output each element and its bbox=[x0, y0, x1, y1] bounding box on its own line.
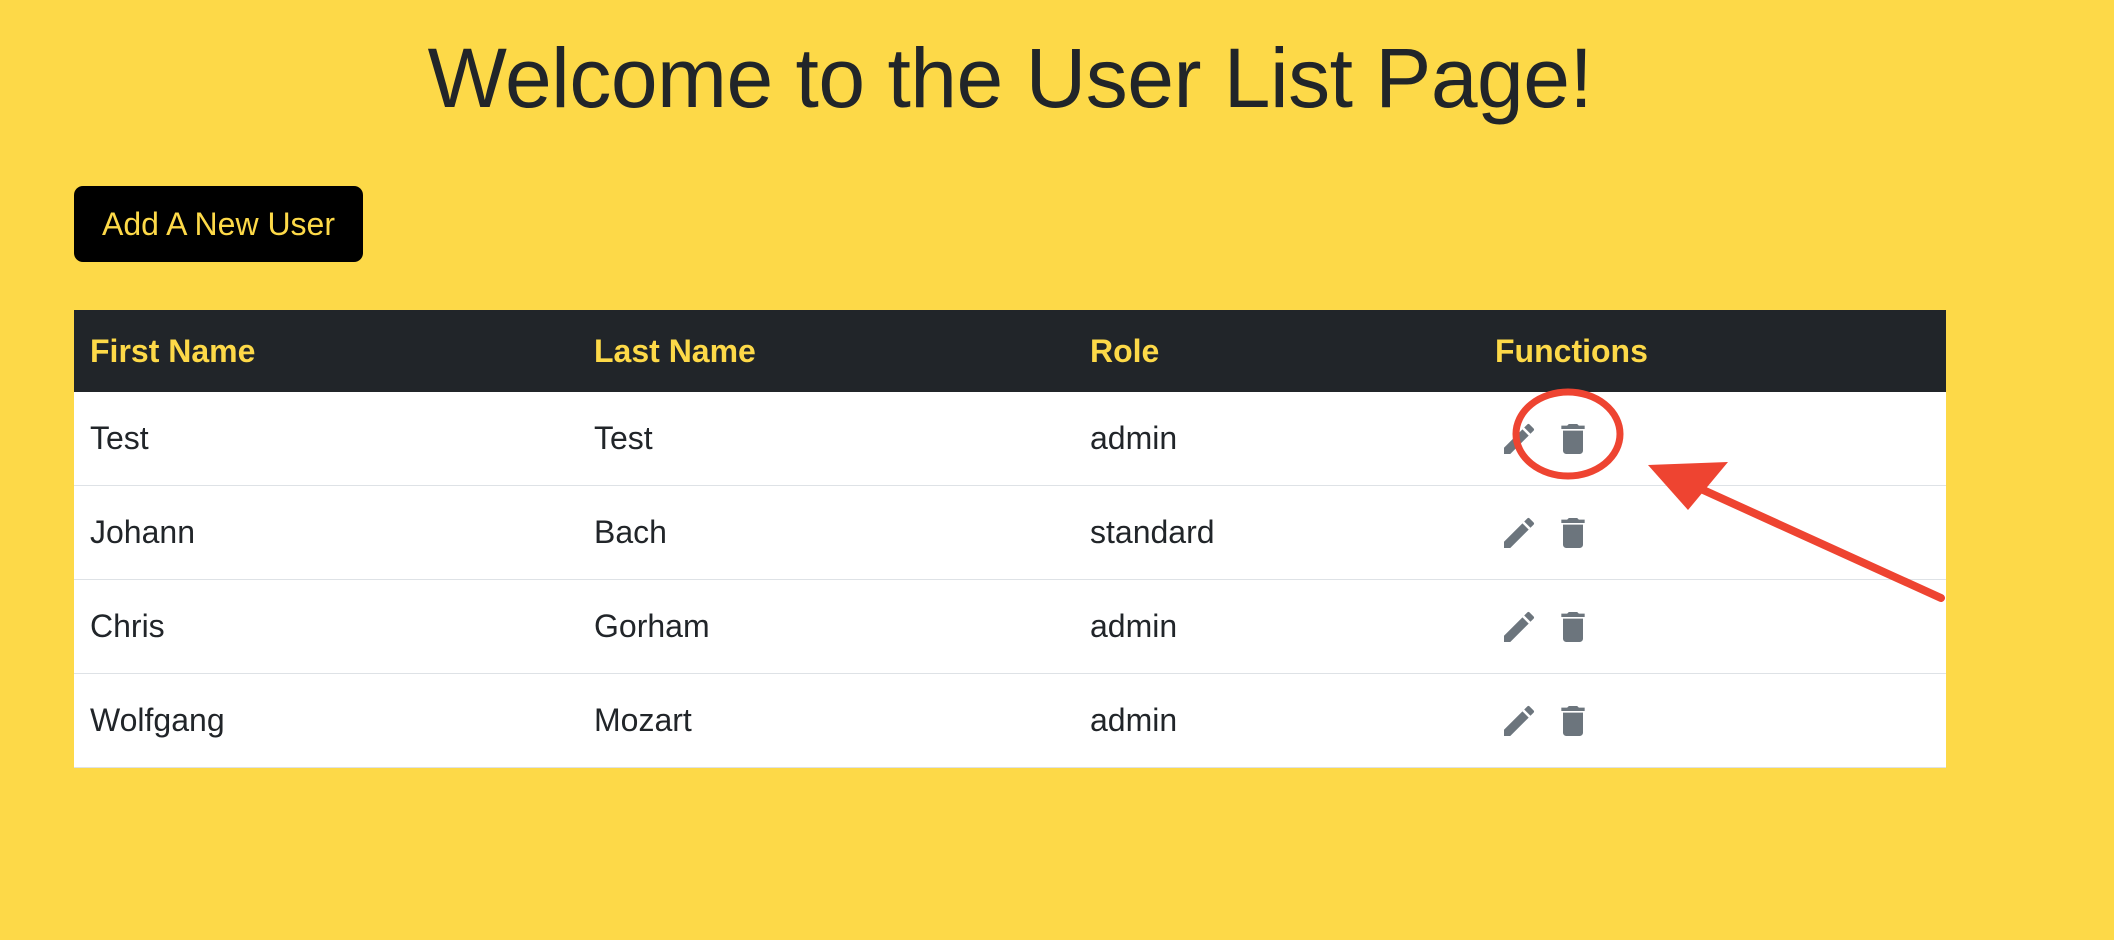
cell-last-name: Test bbox=[578, 392, 1074, 486]
trash-icon[interactable] bbox=[1553, 418, 1593, 460]
cell-role: admin bbox=[1074, 579, 1479, 674]
cell-role: standard bbox=[1074, 485, 1479, 580]
cell-role: admin bbox=[1074, 392, 1479, 486]
table-row: Johann Bach standard bbox=[74, 485, 1946, 580]
table-header-row: First Name Last Name Role Functions bbox=[74, 310, 1946, 392]
cell-first-name: Chris bbox=[74, 579, 578, 674]
pencil-icon[interactable] bbox=[1499, 418, 1539, 460]
cell-first-name: Test bbox=[74, 392, 578, 486]
pencil-icon[interactable] bbox=[1499, 700, 1539, 742]
column-header-last-name: Last Name bbox=[578, 310, 1074, 392]
cell-last-name: Mozart bbox=[578, 673, 1074, 768]
pencil-icon[interactable] bbox=[1499, 606, 1539, 648]
cell-functions bbox=[1479, 392, 1946, 486]
column-header-first-name: First Name bbox=[74, 310, 578, 392]
table-row: Chris Gorham admin bbox=[74, 579, 1946, 674]
column-header-functions: Functions bbox=[1479, 310, 1946, 392]
table-row: Wolfgang Mozart admin bbox=[74, 673, 1946, 768]
pencil-icon[interactable] bbox=[1499, 512, 1539, 554]
cell-last-name: Bach bbox=[578, 485, 1074, 580]
column-header-role: Role bbox=[1074, 310, 1479, 392]
cell-functions bbox=[1479, 485, 1946, 580]
add-new-user-button[interactable]: Add A New User bbox=[74, 186, 363, 262]
table-row: Test Test admin bbox=[74, 392, 1946, 486]
cell-role: admin bbox=[1074, 673, 1479, 768]
cell-first-name: Johann bbox=[74, 485, 578, 580]
page-title: Welcome to the User List Page! bbox=[427, 31, 1593, 125]
user-list-page: Welcome to the User List Page! Add A New… bbox=[0, 0, 2114, 940]
cell-functions bbox=[1479, 673, 1946, 768]
trash-icon[interactable] bbox=[1553, 700, 1593, 742]
cell-last-name: Gorham bbox=[578, 579, 1074, 674]
users-table: First Name Last Name Role Functions Test… bbox=[74, 310, 1946, 768]
trash-icon[interactable] bbox=[1553, 606, 1593, 648]
cell-first-name: Wolfgang bbox=[74, 673, 578, 768]
cell-functions bbox=[1479, 579, 1946, 674]
trash-icon[interactable] bbox=[1553, 512, 1593, 554]
